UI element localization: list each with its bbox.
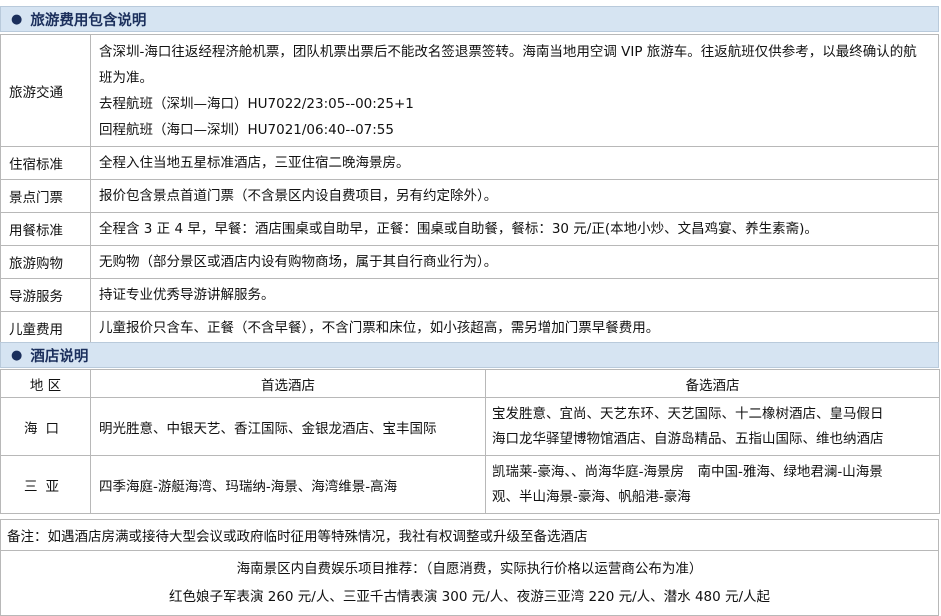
notes-table: 备注：如遇酒店房满或接待大型会议或政府临时征用等特殊情况，我社有权调整或升级至备…: [0, 519, 939, 616]
hotel-section-header: ● 酒店说明: [0, 342, 939, 368]
table-row: 备注：如遇酒店房满或接待大型会议或政府临时征用等特殊情况，我社有权调整或升级至备…: [0, 519, 939, 551]
hotel-section-title: 酒店说明: [30, 348, 89, 365]
row-content: 全程含 3 正 4 早，早餐：酒店围桌或自助早，正餐：围桌或自助餐，餐标：30 …: [90, 212, 939, 246]
fees-section-header: ● 旅游费用包含说明: [0, 6, 939, 32]
header-area: 地 区: [0, 369, 91, 398]
alternate-line: 海口龙华驿望博物馆酒店、自游岛精品、五指山国际、维也纳酒店: [492, 430, 884, 447]
recommend-items: 红色娘子军表演 260 元/人、三亚千古情表演 300 元/人、夜游三亚湾 22…: [168, 589, 771, 605]
content-line: 回程航班（海口—深圳）HU7021/06:40--07:55: [99, 121, 394, 138]
area-cell: 海口: [0, 397, 91, 456]
table-row: 导游服务 持证专业优秀导游讲解服务。: [0, 278, 939, 312]
row-content: 全程入住当地五星标准酒店，三亚住宿二晚海景房。: [90, 146, 939, 180]
preferred-hotels-cell: 明光胜意、中银天艺、香江国际、金银龙酒店、宝丰国际: [90, 397, 486, 456]
row-label: 住宿标准: [0, 146, 91, 180]
table-row: 海口 明光胜意、中银天艺、香江国际、金银龙酒店、宝丰国际 宝发胜意、宜尚、天艺东…: [0, 397, 940, 456]
row-label: 用餐标准: [0, 212, 91, 246]
row-content: 儿童报价只含车、正餐（不含早餐），不含门票和床位，如小孩超高，需另增加门票早餐费…: [90, 311, 939, 345]
row-content: 报价包含景点首道门票（不含景区内设自费项目，另有约定除外）。: [90, 179, 939, 213]
alternate-line: 观、半山海景-豪海、帆船港-豪海: [492, 488, 691, 505]
preferred-hotels-cell: 四季海庭-游艇海湾、玛瑞纳-海景、海湾维景-高海: [90, 455, 486, 514]
table-row: 儿童费用 儿童报价只含车、正餐（不含早餐），不含门票和床位，如小孩超高，需另增加…: [0, 311, 939, 345]
table-row: 景点门票 报价包含景点首道门票（不含景区内设自费项目，另有约定除外）。: [0, 179, 939, 213]
row-label: 导游服务: [0, 278, 91, 312]
bullet-icon: ●: [11, 11, 23, 27]
header-alternate: 备选酒店: [485, 369, 940, 398]
fees-section-title: 旅游费用包含说明: [30, 12, 147, 29]
bullet-icon: ●: [11, 347, 23, 363]
remark-text: 备注：如遇酒店房满或接待大型会议或政府临时征用等特殊情况，我社有权调整或升级至备…: [0, 519, 939, 551]
row-label: 景点门票: [0, 179, 91, 213]
fees-table: 旅游交通 含深圳-海口往返经程济舱机票，团队机票出票后不能改名签退票签转。海南当…: [0, 34, 939, 345]
content-line: 去程航班（深圳—海口）HU7022/23:05--00:25+1: [99, 95, 414, 112]
row-content: 无购物（部分景区或酒店内设有购物商场，属于其自行商业行为）。: [90, 245, 939, 279]
table-row: 用餐标准 全程含 3 正 4 早，早餐：酒店围桌或自助早，正餐：围桌或自助餐，餐…: [0, 212, 939, 246]
alternate-line: 宝发胜意、宜尚、天艺东环、天艺国际、十二橡树酒店、皇马假日: [492, 405, 884, 422]
content-line: 含深圳-海口往返经程济舱机票，团队机票出票后不能改名签退票签转。海南当地用空调 …: [99, 43, 917, 86]
row-label: 旅游购物: [0, 245, 91, 279]
table-row: 海南景区内自费娱乐项目推荐：（自愿消费，实际执行价格以运营商公布为准） 红色娘子…: [0, 550, 939, 616]
row-label: 旅游交通: [0, 34, 91, 147]
row-content: 含深圳-海口往返经程济舱机票，团队机票出票后不能改名签退票签转。海南当地用空调 …: [90, 34, 939, 147]
alternate-line: 凯瑞莱-豪海、、尚海华庭-海景房 南中国-雅海、绿地君澜-山海景: [492, 463, 883, 480]
row-content: 持证专业优秀导游讲解服务。: [90, 278, 939, 312]
table-row: 住宿标准 全程入住当地五星标准酒店，三亚住宿二晚海景房。: [0, 146, 939, 180]
table-row: 旅游购物 无购物（部分景区或酒店内设有购物商场，属于其自行商业行为）。: [0, 245, 939, 279]
alternate-hotels-cell: 凯瑞莱-豪海、、尚海华庭-海景房 南中国-雅海、绿地君澜-山海景 观、半山海景-…: [485, 455, 940, 514]
row-label: 儿童费用: [0, 311, 91, 345]
recommend-cell: 海南景区内自费娱乐项目推荐：（自愿消费，实际执行价格以运营商公布为准） 红色娘子…: [0, 550, 939, 616]
table-row: 三亚 四季海庭-游艇海湾、玛瑞纳-海景、海湾维景-高海 凯瑞莱-豪海、、尚海华庭…: [0, 455, 940, 514]
recommend-title: 海南景区内自费娱乐项目推荐：（自愿消费，实际执行价格以运营商公布为准）: [236, 561, 703, 577]
table-row: 旅游交通 含深圳-海口往返经程济舱机票，团队机票出票后不能改名签退票签转。海南当…: [0, 34, 939, 147]
area-cell: 三亚: [0, 455, 91, 514]
table-header-row: 地 区 首选酒店 备选酒店: [0, 369, 940, 398]
alternate-hotels-cell: 宝发胜意、宜尚、天艺东环、天艺国际、十二橡树酒店、皇马假日 海口龙华驿望博物馆酒…: [485, 397, 940, 456]
hotel-table: 地 区 首选酒店 备选酒店 海口 明光胜意、中银天艺、香江国际、金银龙酒店、宝丰…: [0, 369, 940, 514]
header-preferred: 首选酒店: [90, 369, 486, 398]
